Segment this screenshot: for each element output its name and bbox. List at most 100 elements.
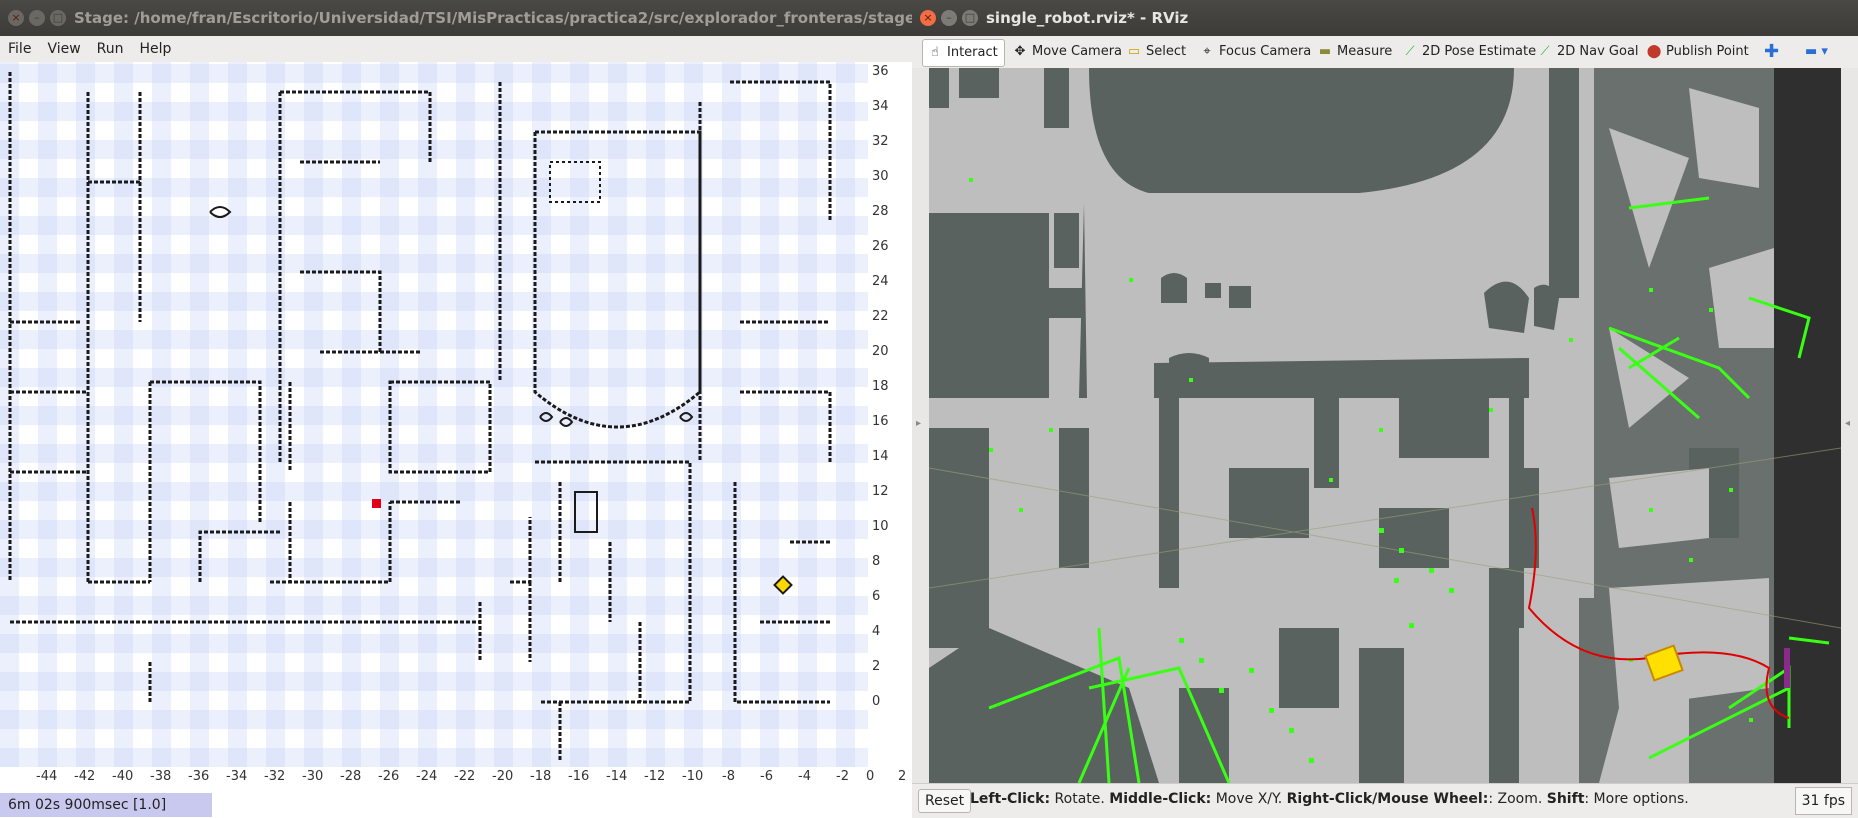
close-icon[interactable]: × [920,10,936,26]
y-tick: 22 [872,309,889,324]
x-tick: 0 [866,769,875,784]
tool-label: Focus Camera [1219,44,1312,59]
x-tick: -10 [682,769,704,784]
select-icon: ▭ [1127,44,1141,59]
x-tick: -18 [530,769,552,784]
rviz-3d-view[interactable] [929,68,1841,783]
mouse-hint-text: Left-Click: Rotate. Middle-Click: Move X… [970,791,1689,807]
menu-view[interactable]: View [39,36,88,62]
stage-window: × – □ Stage: /home/fran/Escritorio/Unive… [0,0,912,818]
x-tick: -34 [226,769,248,784]
tool-label: Measure [1337,44,1393,59]
stage-window-title: Stage: /home/fran/Escritorio/Universidad… [74,9,912,27]
focus-camera-icon: ⌖ [1203,44,1211,59]
hint-middle-click: Middle-Click: [1109,791,1212,807]
tool-move-camera[interactable]: ✥ Move Camera [1012,39,1122,65]
plus-icon: ✚ [1764,41,1780,62]
stage-map-canvas[interactable] [0,62,868,767]
minus-icon: ▬ ▾ [1805,44,1828,59]
tool-label: Publish Point [1666,44,1749,59]
maximize-icon[interactable]: □ [50,10,66,26]
hand-icon: ☝ [931,45,939,60]
tool-focus-camera[interactable]: ⌖ Focus Camera [1199,39,1311,65]
minimize-icon[interactable]: – [29,10,45,26]
x-tick: -6 [760,769,773,784]
tool-interact[interactable]: ☝ Interact [922,39,1005,67]
tool-measure[interactable]: ▬ Measure [1317,39,1392,65]
maximize-icon[interactable]: □ [962,10,978,26]
x-tick: -14 [606,769,628,784]
x-tick: -12 [644,769,666,784]
tool-label: 2D Nav Goal [1557,44,1639,59]
menu-help[interactable]: Help [132,36,180,62]
rviz-window: × – □ single_robot.rviz* - RViz ☝ Interac… [912,0,1858,818]
x-tick: -32 [264,769,286,784]
stage-menubar: File View Run Help [0,36,912,63]
x-tick: -44 [36,769,58,784]
stage-titlebar: × – □ Stage: /home/fran/Escritorio/Unive… [0,0,912,36]
y-tick: 36 [872,64,889,79]
y-tick: 16 [872,414,889,429]
y-tick: 18 [872,379,889,394]
hint-right-click-action: : Zoom. [1488,791,1547,807]
tool-select[interactable]: ▭ Select [1126,39,1186,65]
reset-button[interactable]: Reset [918,789,972,813]
y-tick: 34 [872,99,889,114]
y-tick: 24 [872,274,889,289]
stage-x-axis: -44 -42 -40 -38 -36 -34 -32 -30 -28 -26 … [0,767,912,787]
nav-goal-icon: ⟋ [1540,44,1550,59]
x-tick: -40 [112,769,134,784]
stage-y-axis: 36 34 32 30 28 26 24 22 20 18 16 14 12 1… [868,62,912,797]
tool-publish-point[interactable]: ⬤ Publish Point [1646,39,1749,65]
menu-file[interactable]: File [0,36,39,62]
x-tick: -36 [188,769,210,784]
x-tick: -28 [340,769,362,784]
tool-label: Interact [947,45,998,60]
menu-run[interactable]: Run [89,36,132,62]
y-tick: 2 [872,659,881,674]
collapse-right-panel[interactable]: ◂ [1841,68,1858,783]
y-tick: 0 [872,694,881,709]
y-tick: 14 [872,449,889,464]
hint-left-click-action: Rotate. [1050,791,1110,807]
tool-label: Select [1146,44,1187,59]
y-tick: 4 [872,624,881,639]
minimize-icon[interactable]: – [941,10,957,26]
rviz-titlebar: × – □ single_robot.rviz* - RViz [912,0,1858,36]
x-tick: -2 [836,769,849,784]
y-tick: 12 [872,484,889,499]
x-tick: -22 [454,769,476,784]
close-icon[interactable]: × [8,10,24,26]
stage-map-walls [8,72,832,762]
y-tick: 26 [872,239,889,254]
sim-time-status: 6m 02s 900msec [1.0] [0,793,212,817]
hint-shift: Shift [1546,791,1585,807]
rviz-toolbar: ☝ Interact ✥ Move Camera ▭ Select ⌖ Focus Ca… [912,36,1858,69]
arrow-icon: ◂ [1845,418,1851,429]
publish-point-icon: ⬤ [1646,44,1662,59]
hint-middle-click-action: Move X/Y. [1211,791,1287,807]
y-tick: 8 [872,554,881,569]
collapse-left-panel[interactable]: ▸ [912,68,929,783]
rviz-window-title: single_robot.rviz* - RViz [986,9,1189,27]
x-tick: -30 [302,769,324,784]
x-tick: -38 [150,769,172,784]
x-tick: -4 [798,769,811,784]
arrow-icon: ▸ [916,418,922,429]
measure-icon: ▬ [1318,44,1332,59]
occupancy-map [929,68,1841,783]
tool-2d-nav-goal[interactable]: ⟋ 2D Nav Goal [1537,39,1639,65]
y-tick: 10 [872,519,889,534]
x-tick: -16 [568,769,590,784]
remove-tool-button[interactable]: ▬ ▾ [1805,39,1828,65]
y-tick: 20 [872,344,889,359]
add-tool-button[interactable]: ✚ [1764,39,1779,65]
y-tick: 32 [872,134,889,149]
tool-2d-pose-estimate[interactable]: ⟋ 2D Pose Estimate [1402,39,1536,65]
x-tick: 2 [898,769,907,784]
fps-counter: 31 fps [1794,787,1852,815]
x-tick: -20 [492,769,514,784]
robot-marker [773,575,793,595]
hint-right-click: Right-Click/Mouse Wheel: [1286,791,1489,807]
goal-marker [372,499,381,508]
